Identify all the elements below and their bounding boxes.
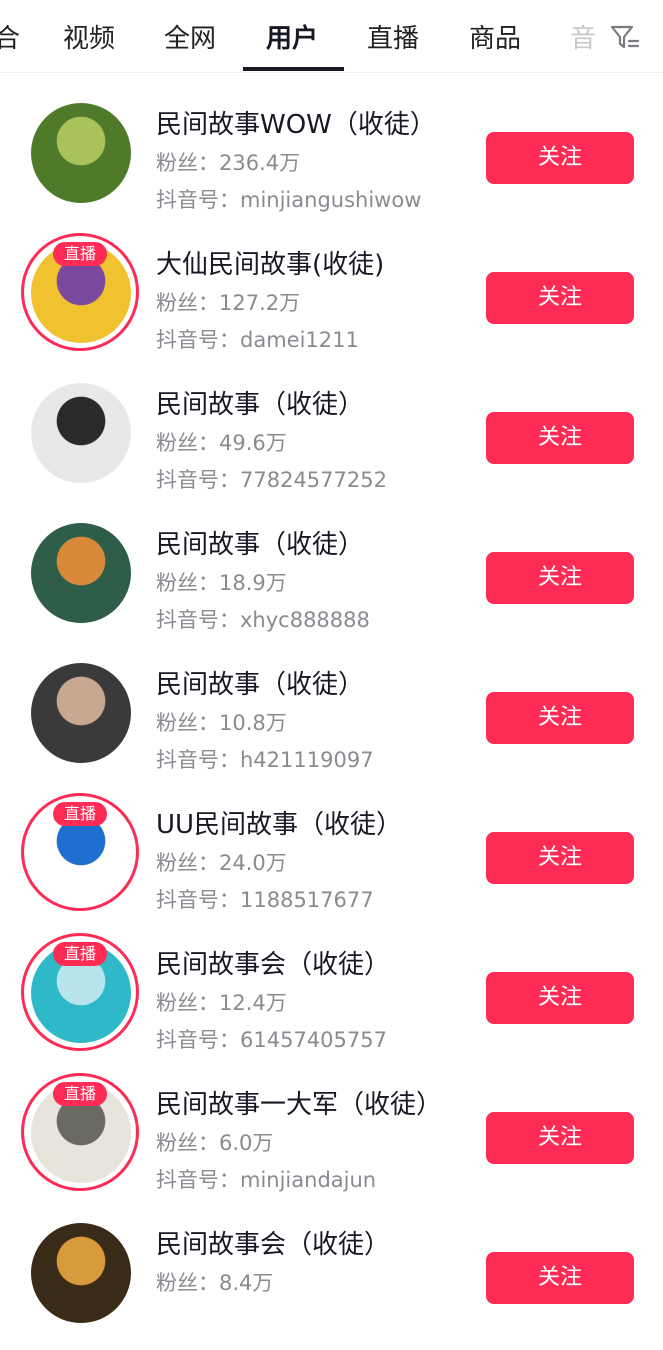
active-tab-indicator [243,67,344,71]
avatar-wrap[interactable]: 直播 [21,233,139,351]
follow-button[interactable]: 关注 [486,692,634,744]
tab-whole-web[interactable]: 全网 [164,18,216,55]
tab-products[interactable]: 商品 [469,18,521,55]
follower-count: 粉丝：18.9万 [156,571,287,595]
user-row[interactable]: 直播 UU民间故事（收徒） 粉丝：24.0万抖音号：1188517677 关注 [0,790,663,930]
douyin-id: 抖音号：1188517677 [156,888,374,912]
user-name[interactable]: UU民间故事（收徒） [156,804,402,841]
follow-button[interactable]: 关注 [486,132,634,184]
user-name[interactable]: 民间故事（收徒） [156,664,364,701]
filter-icon[interactable] [609,22,641,54]
live-badge: 直播 [53,1082,107,1106]
tab-music[interactable]: 音 [570,18,596,55]
follower-count: 粉丝：12.4万 [156,991,287,1015]
avatar[interactable] [31,663,131,763]
follow-button[interactable]: 关注 [486,972,634,1024]
search-tab-bar: 合 视频 全网 用户 直播 商品 音 [0,0,663,73]
user-row[interactable]: 民间故事（收徒） 粉丝：18.9万抖音号：xhyc888888 关注 [0,510,663,650]
user-row[interactable]: 民间故事WOW（收徒） 粉丝：236.4万抖音号：minjiangushiwow 关… [0,90,663,230]
avatar-wrap[interactable] [21,373,139,491]
avatar-wrap[interactable] [21,93,139,211]
follower-count: 粉丝：8.4万 [156,1271,274,1295]
avatar-wrap[interactable]: 直播 [21,933,139,1051]
follower-count: 粉丝：127.2万 [156,291,301,315]
user-row[interactable]: 民间故事（收徒） 粉丝：49.6万抖音号：77824577252 关注 [0,370,663,510]
user-row[interactable]: 民间故事会（收徒） 粉丝：8.4万 关注 [0,1210,663,1350]
user-name[interactable]: 民间故事一大军（收徒） [156,1084,442,1121]
avatar[interactable] [31,523,131,623]
follow-button[interactable]: 关注 [486,1112,634,1164]
douyin-id: 抖音号：77824577252 [156,468,387,492]
tab-video[interactable]: 视频 [63,18,115,55]
live-badge: 直播 [53,802,107,826]
avatar[interactable] [31,383,131,483]
douyin-id: 抖音号：minjiangushiwow [156,188,422,212]
follow-button[interactable]: 关注 [486,1252,634,1304]
tab-live[interactable]: 直播 [367,18,419,55]
avatar-wrap[interactable]: 直播 [21,793,139,911]
user-name[interactable]: 民间故事会（收徒） [156,944,390,981]
tab-comprehensive[interactable]: 合 [0,18,20,55]
user-row[interactable]: 直播 民间故事会（收徒） 粉丝：12.4万抖音号：61457405757 关注 [0,930,663,1070]
follower-count: 粉丝：236.4万 [156,151,301,175]
live-badge: 直播 [53,942,107,966]
douyin-id: 抖音号：minjiandajun [156,1168,377,1192]
avatar-wrap[interactable] [21,513,139,631]
avatar-wrap[interactable] [21,653,139,771]
douyin-id: 抖音号：xhyc888888 [156,608,370,632]
user-row[interactable]: 直播 民间故事一大军（收徒） 粉丝：6.0万抖音号：minjiandajun 关注 [0,1070,663,1210]
follow-button[interactable]: 关注 [486,412,634,464]
follow-button[interactable]: 关注 [486,832,634,884]
user-name[interactable]: 民间故事（收徒） [156,384,364,421]
user-row[interactable]: 民间故事（收徒） 粉丝：10.8万抖音号：h421119097 关注 [0,650,663,790]
avatar[interactable] [31,1223,131,1323]
follow-button[interactable]: 关注 [486,552,634,604]
follow-button[interactable]: 关注 [486,272,634,324]
douyin-id: 抖音号：damei1211 [156,328,359,352]
avatar-wrap[interactable]: 直播 [21,1073,139,1191]
user-name[interactable]: 大仙民间故事(收徒) [156,244,384,281]
live-badge: 直播 [53,242,107,266]
user-row[interactable]: 直播 大仙民间故事(收徒) 粉丝：127.2万抖音号：damei1211 关注 [0,230,663,370]
avatar[interactable] [31,103,131,203]
avatar-wrap[interactable] [21,1213,139,1331]
follower-count: 粉丝：24.0万 [156,851,287,875]
follower-count: 粉丝：6.0万 [156,1131,274,1155]
douyin-id: 抖音号：h421119097 [156,748,374,772]
follower-count: 粉丝：49.6万 [156,431,287,455]
user-name[interactable]: 民间故事（收徒） [156,524,364,561]
follower-count: 粉丝：10.8万 [156,711,287,735]
user-name[interactable]: 民间故事WOW（收徒） [156,104,436,141]
douyin-id: 抖音号：61457405757 [156,1028,387,1052]
user-name[interactable]: 民间故事会（收徒） [156,1224,390,1261]
tab-users[interactable]: 用户 [266,18,318,55]
